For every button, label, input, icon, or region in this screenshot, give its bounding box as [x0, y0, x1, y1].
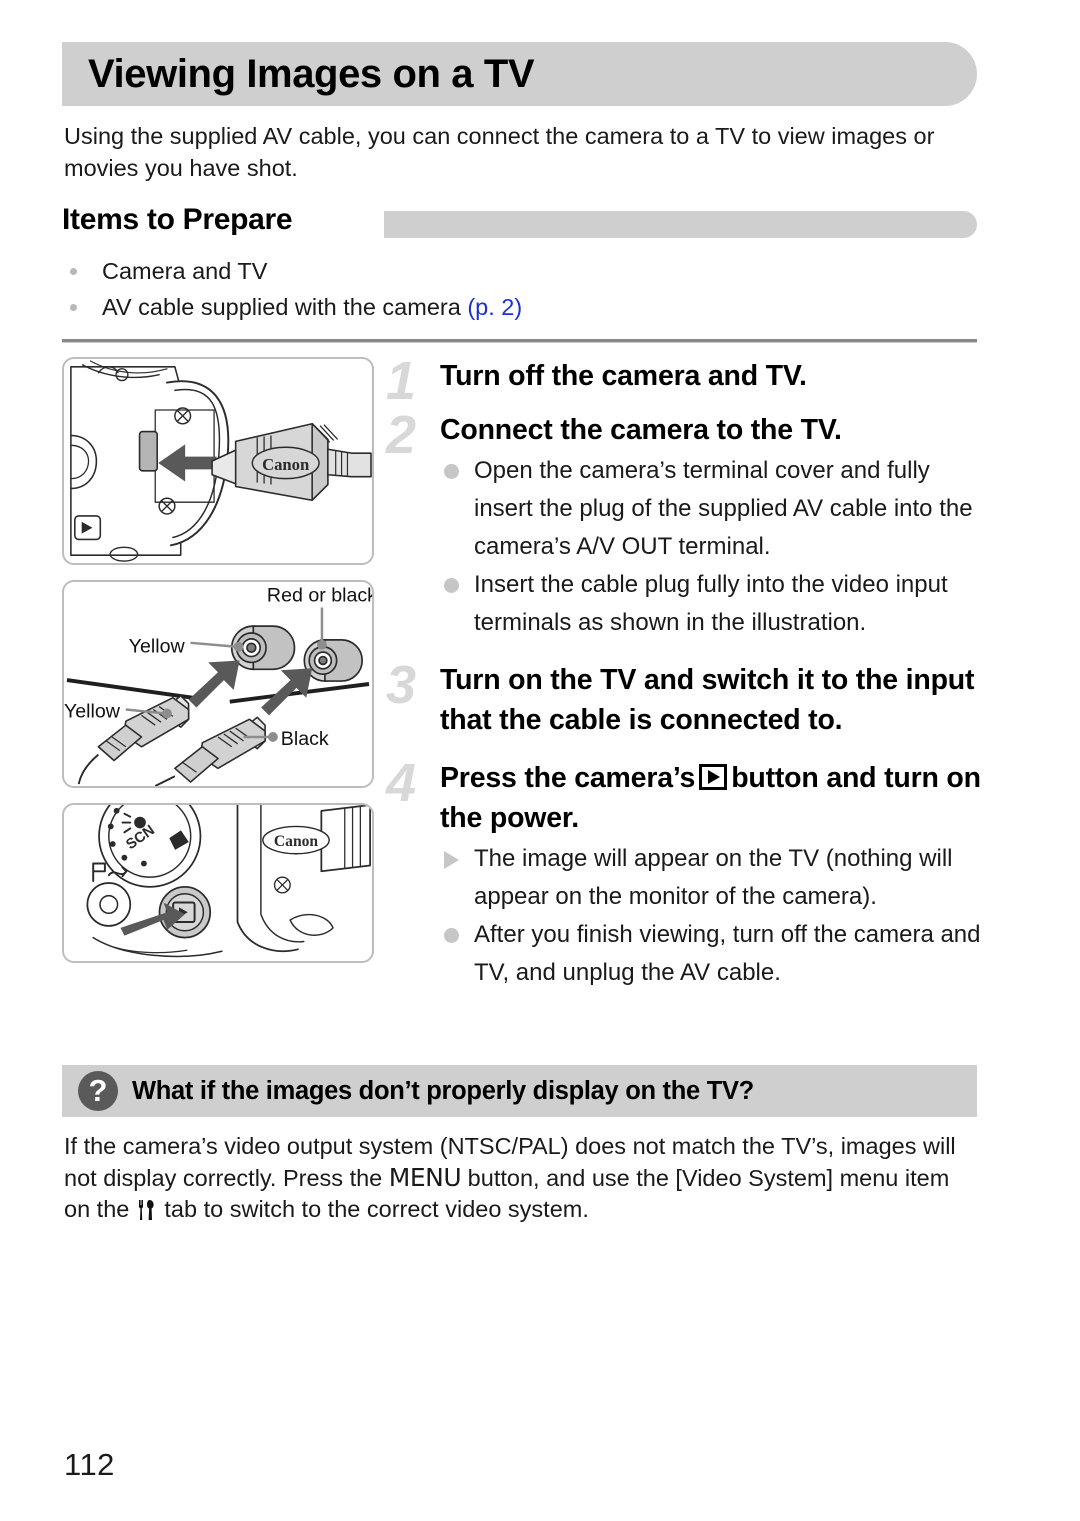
step-title: Press the camera’s button and turn on the… — [440, 758, 986, 838]
list-item-label: AV cable supplied with the camera — [102, 294, 468, 320]
items-to-prepare-heading-row: Items to Prepare — [62, 203, 977, 245]
substep-text: The image will appear on the TV (nothing… — [474, 845, 953, 910]
section-heading-bar — [384, 211, 977, 238]
step-number: 3 — [386, 655, 417, 715]
menu-button-label: MENU — [388, 1163, 462, 1192]
step-number: 1 — [386, 351, 417, 411]
page-reference-link[interactable]: (p. 2) — [467, 294, 522, 320]
page-title: Viewing Images on a TV — [88, 52, 535, 96]
substep: After you finish viewing, turn off the c… — [440, 916, 986, 992]
figure-camera-terminal-drawing: Canon — [70, 360, 372, 562]
step-4-substeps: The image will appear on the TV (nothing… — [440, 840, 986, 992]
steps-column: 1 Turn off the camera and TV. 2 Connect … — [386, 352, 986, 996]
list-item-label: Camera and TV — [102, 258, 268, 284]
question-mark-icon: ? — [78, 1071, 118, 1111]
figure-camera-terminal: Canon — [62, 357, 374, 565]
substep: Insert the cable plug fully into the vid… — [440, 566, 986, 642]
camera-brand-label: Canon — [274, 833, 319, 850]
qa-title: What if the images don’t properly displa… — [132, 1077, 754, 1105]
section-divider — [62, 339, 977, 343]
figure-label-red-or-black: Red or black — [267, 585, 372, 607]
intro-paragraph: Using the supplied AV cable, you can con… — [64, 123, 935, 181]
figure-label-yellow-jack: Yellow — [129, 636, 186, 658]
figure-playback-button-drawing: Canon SCN — [86, 805, 371, 958]
list-item: AV cable supplied with the camera (p. 2) — [64, 289, 964, 325]
step-number: 4 — [386, 753, 417, 813]
triangle-bullet-icon — [444, 851, 459, 869]
step-3: 3 Turn on the TV and switch it to the in… — [386, 656, 986, 740]
figure-playback-button: Canon SCN — [62, 803, 374, 963]
bullet-dot-icon — [70, 304, 77, 311]
circle-bullet-icon — [444, 464, 459, 479]
step-1: 1 Turn off the camera and TV. — [386, 352, 986, 410]
settings-tab-icon — [136, 1199, 158, 1221]
step-title-before: Press the camera’s — [440, 762, 696, 794]
figure-rca-connections-drawing: Red or black Yellow Yellow Black — [64, 585, 372, 786]
circle-bullet-icon — [444, 928, 459, 943]
playback-button-icon — [699, 764, 728, 790]
qa-body: If the camera’s video output system (NTS… — [64, 1131, 979, 1225]
dial-scn-label: SCN — [123, 822, 157, 853]
section-heading-label: Items to Prepare — [62, 203, 305, 237]
step-2-substeps: Open the camera’s terminal cover and ful… — [440, 452, 986, 642]
step-2: 2 Connect the camera to the TV. Open the… — [386, 406, 986, 642]
step-number: 2 — [386, 405, 417, 465]
items-to-prepare-list: Camera and TV AV cable supplied with the… — [64, 253, 964, 325]
figure-label-black-plug: Black — [281, 728, 329, 750]
step-title: Turn off the camera and TV. — [440, 360, 807, 392]
bullet-dot-icon — [70, 268, 77, 275]
page-number: 112 — [64, 1447, 115, 1482]
list-item: Camera and TV — [64, 253, 964, 289]
substep-text: Open the camera’s terminal cover and ful… — [474, 457, 973, 560]
substep: The image will appear on the TV (nothing… — [440, 840, 986, 916]
step-title: Connect the camera to the TV. — [440, 414, 842, 446]
circle-bullet-icon — [444, 578, 459, 593]
figure-rca-connections: Red or black Yellow Yellow Black — [62, 580, 374, 788]
substep-text: After you finish viewing, turn off the c… — [474, 921, 981, 986]
substep: Open the camera’s terminal cover and ful… — [440, 452, 986, 566]
step-title: Turn on the TV and switch it to the inpu… — [440, 664, 975, 736]
figure-label-yellow-plug: Yellow — [64, 700, 121, 722]
substep-text: Insert the cable plug fully into the vid… — [474, 571, 948, 636]
cable-brand-label: Canon — [262, 455, 310, 474]
qa-body-part3: tab to switch to the correct video syste… — [157, 1196, 589, 1222]
step-4: 4 Press the camera’s button and turn on t… — [386, 754, 986, 992]
